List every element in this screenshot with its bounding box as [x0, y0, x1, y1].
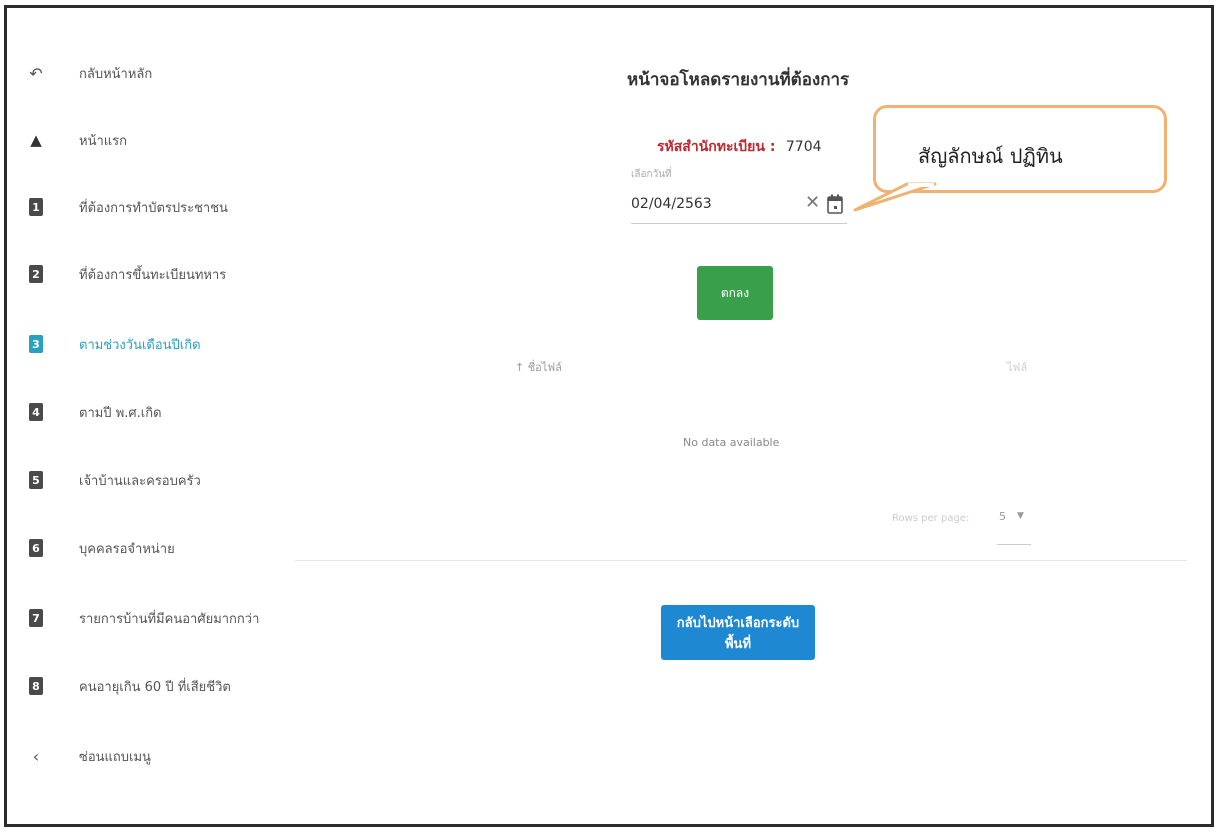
number-2-icon: 2 [29, 265, 43, 283]
sidebar-item-label: เจ้าบ้านและครอบครัว [79, 473, 201, 489]
sidebar: ↶ กลับหน้าหลัก ▲ หน้าแรก 1 ที่ต้องการทำบ… [7, 8, 277, 824]
column-header-file[interactable]: ไฟล์ [1007, 358, 1027, 376]
ok-button[interactable]: ตกลง [697, 266, 773, 320]
no-data-message: No data available [683, 436, 780, 449]
sidebar-item-label: บุคคลรอจำหน่าย [79, 541, 175, 557]
date-input[interactable]: 02/04/2563 ✕ [631, 188, 847, 224]
rows-per-page-value: 5 [999, 510, 1006, 523]
sidebar-item-label: ตามปี พ.ศ.เกิด [79, 405, 162, 421]
page-title: หน้าจอโหลดรายงานที่ต้องการ [627, 70, 850, 90]
number-5-icon: 5 [29, 471, 43, 489]
number-4-icon: 4 [29, 403, 43, 421]
number-7-icon: 7 [29, 609, 43, 627]
calendar-icon[interactable] [827, 194, 843, 214]
annotation-callout: สัญลักษณ์ ปฏิทิน [873, 105, 1167, 193]
back-to-area-select-button[interactable]: กลับไปหน้าเลือกระดับพื้นที่ [661, 605, 815, 660]
sidebar-item-id-card[interactable]: 1 ที่ต้องการทำบัตรประชาชน [25, 192, 275, 222]
sidebar-item-hide-menu[interactable]: ‹ ซ่อนแถบเมนู [25, 741, 275, 771]
sidebar-item-label: ตามช่วงวันเดือนปีเกิด [79, 337, 201, 353]
sidebar-item-label: ซ่อนแถบเมนู [79, 749, 151, 765]
undo-icon: ↶ [29, 63, 43, 83]
office-code-label: รหัสสำนักทะเบียน : [657, 139, 776, 155]
sidebar-item-label: คนอายุเกิน 60 ปี ที่เสียชีวิต [79, 679, 231, 695]
date-value: 02/04/2563 [631, 196, 712, 212]
sidebar-item-birth-year[interactable]: 4 ตามปี พ.ศ.เกิด [25, 397, 275, 427]
sidebar-item-crowded-houses[interactable]: 7 รายการบ้านที่มีคนอาศัยมากกว่า [25, 603, 275, 633]
number-1-icon: 1 [29, 198, 43, 216]
sidebar-item-label: ที่ต้องการทำบัตรประชาชน [79, 200, 228, 216]
sidebar-item-pending-removal[interactable]: 6 บุคคลรอจำหน่าย [25, 533, 275, 563]
app-frame: ↶ กลับหน้าหลัก ▲ หน้าแรก 1 ที่ต้องการทำบ… [4, 5, 1214, 827]
table-divider [295, 560, 1187, 561]
sidebar-item-label: รายการบ้านที่มีคนอาศัยมากกว่า [79, 611, 260, 627]
sidebar-item-label: หน้าแรก [79, 133, 127, 149]
caret-down-icon: ▼ [1017, 511, 1024, 521]
number-3-icon: 3 [29, 335, 43, 353]
number-6-icon: 6 [29, 539, 43, 557]
office-code-row: รหัสสำนักทะเบียน : 7704 [657, 136, 822, 158]
column-header-file-name[interactable]: ↑ ชื่อไฟล์ [515, 358, 562, 376]
callout-text: สัญลักษณ์ ปฏิทิน [918, 144, 1063, 168]
date-caption: เลือกวันที่ [631, 169, 672, 180]
sidebar-item-military[interactable]: 2 ที่ต้องการขึ้นทะเบียนทหาร [25, 259, 275, 289]
sidebar-item-label: กลับหน้าหลัก [79, 66, 153, 82]
sidebar-item-label: ที่ต้องการขึ้นทะเบียนทหาร [79, 267, 227, 283]
clear-icon[interactable]: ✕ [805, 192, 820, 213]
sidebar-item-household[interactable]: 5 เจ้าบ้านและครอบครัว [25, 465, 275, 495]
rows-per-page-label: Rows per page: [892, 513, 970, 524]
sidebar-item-elderly-deceased[interactable]: 8 คนอายุเกิน 60 ปี ที่เสียชีวิต [25, 671, 275, 701]
number-8-icon: 8 [29, 677, 43, 695]
office-code-value: 7704 [785, 139, 822, 155]
sidebar-item-back-home[interactable]: ↶ กลับหน้าหลัก [25, 58, 275, 88]
sidebar-item-birthdate-range[interactable]: 3 ตามช่วงวันเดือนปีเกิด [25, 329, 275, 359]
rows-per-page-select[interactable]: 5 ▼ [997, 508, 1031, 545]
sidebar-item-home[interactable]: ▲ หน้าแรก [25, 125, 275, 155]
chevron-left-icon: ‹ [32, 746, 40, 766]
home-icon: ▲ [30, 131, 42, 149]
